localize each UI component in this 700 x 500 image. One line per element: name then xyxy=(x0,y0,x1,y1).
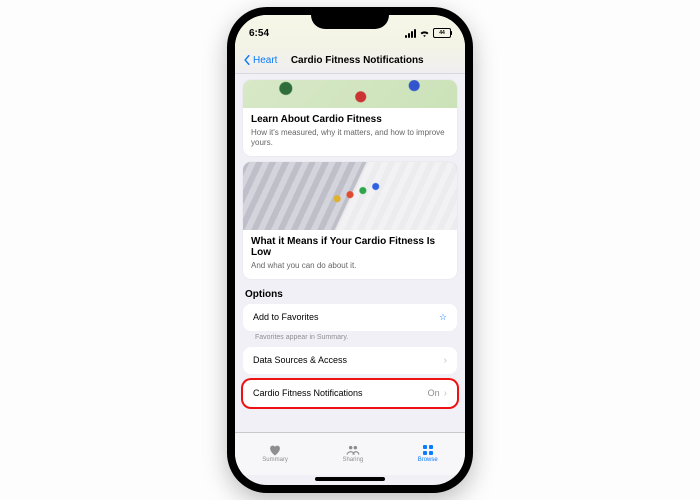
home-indicator[interactable] xyxy=(315,477,385,481)
card-learn-title: Learn About Cardio Fitness xyxy=(251,114,449,126)
card-low-fitness[interactable]: What it Means if Your Cardio Fitness Is … xyxy=(243,162,457,279)
tab-summary[interactable]: Summary xyxy=(262,444,288,463)
status-right: 44 xyxy=(405,28,451,38)
wifi-icon xyxy=(419,29,430,37)
row-data-sources-label: Data Sources & Access xyxy=(253,355,347,365)
card-low-subtitle: And what you can do about it. xyxy=(251,261,449,271)
tab-sharing-label: Sharing xyxy=(342,457,363,463)
tab-bar: Summary Sharing Browse xyxy=(235,432,465,475)
heart-icon xyxy=(268,444,282,456)
tab-sharing[interactable]: Sharing xyxy=(342,444,363,463)
options-heading: Options xyxy=(245,289,455,300)
row-cardio-notifications-value: On xyxy=(428,388,440,398)
card-learn-cardio[interactable]: Learn About Cardio Fitness How it's meas… xyxy=(243,80,457,156)
status-time: 6:54 xyxy=(249,28,269,39)
screen: 6:54 44 Heart Cardio Fitness Notificatio… xyxy=(235,15,465,485)
favorites-hint: Favorites appear in Summary. xyxy=(255,334,455,341)
card-low-image xyxy=(243,162,457,230)
nav-bar: Heart Cardio Fitness Notifications xyxy=(235,47,465,74)
grid-icon xyxy=(421,444,435,456)
tab-browse[interactable]: Browse xyxy=(418,444,438,463)
tab-browse-label: Browse xyxy=(418,457,438,463)
row-cardio-notifications[interactable]: Cardio Fitness Notifications On › xyxy=(243,380,457,407)
card-learn-image xyxy=(243,80,457,108)
chevron-right-icon: › xyxy=(444,355,447,366)
page-title: Cardio Fitness Notifications xyxy=(257,55,457,66)
content-scroll[interactable]: Learn About Cardio Fitness How it's meas… xyxy=(235,74,465,432)
iphone-frame: 6:54 44 Heart Cardio Fitness Notificatio… xyxy=(227,7,473,493)
card-learn-subtitle: How it's measured, why it matters, and h… xyxy=(251,128,449,148)
cellular-icon xyxy=(405,29,416,38)
row-add-favorites[interactable]: Add to Favorites ☆ xyxy=(243,304,457,331)
notch xyxy=(311,7,389,29)
battery-icon: 44 xyxy=(433,28,451,38)
row-cardio-notifications-label: Cardio Fitness Notifications xyxy=(253,388,363,398)
card-low-title: What it Means if Your Cardio Fitness Is … xyxy=(251,236,449,259)
chevron-right-icon: › xyxy=(444,388,447,399)
star-icon: ☆ xyxy=(439,312,447,323)
row-add-favorites-label: Add to Favorites xyxy=(253,312,319,322)
people-icon xyxy=(346,444,360,456)
tab-summary-label: Summary xyxy=(262,457,288,463)
row-data-sources[interactable]: Data Sources & Access › xyxy=(243,347,457,374)
